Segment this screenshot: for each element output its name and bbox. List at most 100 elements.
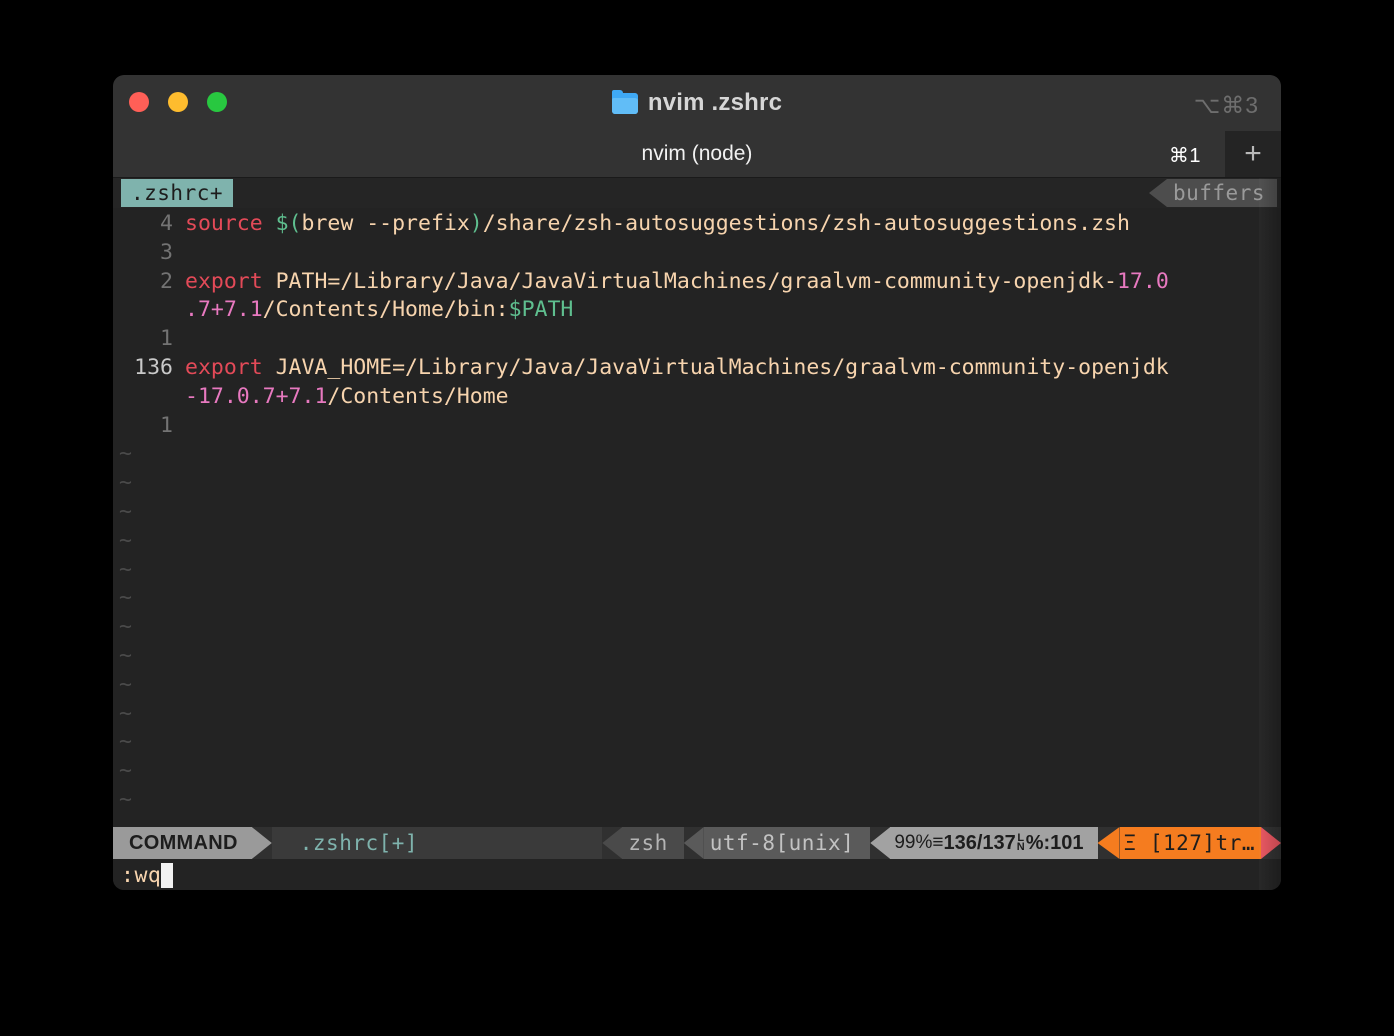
line-number: 136 (134, 354, 173, 380)
bufferline: .zshrc+ buffers (113, 178, 1281, 208)
code-token: source (185, 211, 276, 236)
editor-empty-line: ~ (113, 584, 1281, 613)
tab-nvim-node[interactable]: nvim (node) (113, 142, 1281, 166)
tilde-icon: ~ (119, 614, 132, 640)
code-token: $PATH (508, 297, 574, 323)
tilde-icon: ~ (119, 498, 132, 524)
terminal-tabbar: nvim (node) ⌘1 + (113, 131, 1281, 178)
terminal-window: nvim .zshrc ⌥⌘3 nvim (node) ⌘1 + .zshrc+… (113, 75, 1281, 890)
line-number: 4 (160, 211, 173, 236)
screen: nvim .zshrc ⌥⌘3 nvim (node) ⌘1 + .zshrc+… (0, 0, 1394, 1036)
editor-empty-line: ~ (113, 642, 1281, 671)
editor-empty-line: ~ (113, 527, 1281, 556)
window-title-group: nvim .zshrc (113, 89, 1281, 117)
editor-empty-line: ~ (113, 469, 1281, 498)
tilde-icon: ~ (119, 642, 132, 668)
new-tab-button[interactable]: + (1225, 131, 1281, 177)
tilde-icon: ~ (119, 671, 132, 697)
statusline-git: Ξ [127]tr… (1119, 827, 1261, 859)
statusline-col-label: %: (1025, 831, 1051, 854)
bufferline-buffers-group[interactable]: buffers (1148, 179, 1277, 207)
editor-empty-line: ~ (113, 671, 1281, 700)
line-content: source $(brew --prefix)/share/zsh-autosu… (185, 210, 1130, 239)
code-token: export (185, 354, 276, 380)
statusline-filename: .zshrc[+] (271, 827, 437, 859)
code-token: ) (469, 211, 483, 236)
tab-shortcut-hint: ⌘1 (1168, 145, 1201, 167)
code-token: -17.0.7+7.1 (185, 383, 328, 409)
code-token: 17.0 (1116, 268, 1169, 294)
bufferline-tab-zshrc[interactable]: .zshrc+ (121, 179, 234, 207)
command-line-text: :wq (121, 862, 162, 888)
tilde-icon: ~ (119, 470, 132, 496)
statusline-filetype: zsh (622, 827, 684, 859)
editor-text-area[interactable]: 4 source $(brew --prefix)/share/zsh-autos… (113, 208, 1281, 844)
neovim-pane: .zshrc+ buffers 4 source $(brew --prefix)… (113, 178, 1281, 890)
chevron-left-icon-encoding (683, 827, 704, 859)
chevron-left-icon-filetype (602, 827, 623, 859)
tilde-icon: ~ (119, 585, 132, 611)
window-shortcut-hint: ⌥⌘3 (1193, 92, 1259, 118)
editor-empty-line: ~ (113, 786, 1281, 815)
statusline-col-marker: LN (1016, 832, 1025, 853)
line-number: 1 (160, 412, 173, 438)
code-token: brew --prefix (301, 211, 470, 236)
statusline-column: 101 (1050, 831, 1084, 854)
statusline-line-position: 136/137 (943, 831, 1016, 854)
folder-icon (611, 89, 638, 114)
line-content: -17.0.7+7.1/Contents/Home (185, 383, 509, 412)
tilde-icon: ~ (119, 441, 132, 467)
statusline-percent: 99% (894, 832, 933, 853)
chevron-left-icon-git (1097, 827, 1120, 859)
editor-line: 1 (113, 325, 1281, 354)
tilde-icon: ~ (119, 786, 132, 812)
editor-line: 4 source $(brew --prefix)/share/zsh-autos… (113, 210, 1281, 239)
code-token: /share/zsh-autosuggestions/zsh-autosugge… (482, 211, 1130, 236)
editor-line: 3 (113, 239, 1281, 268)
tilde-icon: ~ (119, 729, 132, 755)
tilde-icon: ~ (119, 556, 132, 582)
editor-empty-line: ~ (113, 556, 1281, 585)
editor-empty-line: ~ (113, 728, 1281, 757)
editor-line: 136 export JAVA_HOME=/Library/Java/JavaVi… (113, 354, 1281, 383)
git-branch-icon: Ξ (1123, 831, 1137, 855)
editor-empty-line: ~ (113, 613, 1281, 642)
text-cursor (161, 862, 174, 888)
chevron-right-icon (251, 827, 272, 859)
tilde-icon: ~ (119, 700, 132, 726)
bufferline-buffers-label: buffers (1166, 179, 1277, 207)
statusline: COMMAND .zshrc[+] zsh utf-8[unix] 99% ≡ 13… (113, 827, 1281, 859)
statusline-spacer (436, 827, 603, 859)
line-number: 3 (160, 239, 173, 265)
editor-line: 1 (113, 412, 1281, 441)
editor-empty-line: ~ (113, 700, 1281, 729)
line-content: export JAVA_HOME=/Library/Java/JavaVirtu… (185, 354, 1169, 383)
command-line[interactable]: :wq (113, 859, 1281, 890)
code-token: .7+7.1 (185, 297, 263, 323)
code-token: $( (275, 211, 302, 236)
line-number: 2 (160, 268, 173, 294)
tilde-icon: ~ (119, 527, 132, 553)
editor-empty-line: ~ (113, 757, 1281, 786)
statusline-position: 99% ≡ 136/137 L N%: 101 (890, 827, 1098, 859)
editor-line: -17.0.7+7.1/Contents/Home (113, 383, 1281, 412)
statusline-git-text: [127]tr… (1149, 831, 1255, 855)
statusline-end-cap (1261, 827, 1281, 859)
editor-empty-line: ~ (113, 440, 1281, 469)
code-token: export (185, 268, 276, 294)
line-content: .7+7.1/Contents/Home/bin:$PATH (185, 296, 573, 325)
lines-glyph-icon: ≡ (932, 832, 944, 853)
statusline-mode: COMMAND (113, 827, 252, 859)
chevron-left-icon (1148, 179, 1167, 207)
code-token: PATH=/Library/Java/JavaVirtualMachines/g… (275, 268, 1117, 294)
window-titlebar: nvim .zshrc ⌥⌘3 (113, 75, 1281, 131)
statusline-encoding: utf-8[unix] (703, 827, 871, 859)
line-number: 1 (160, 326, 173, 352)
line-content: export PATH=/Library/Java/JavaVirtualMac… (185, 268, 1169, 297)
code-token: /Contents/Home/bin: (262, 297, 509, 323)
editor-line: 2 export PATH=/Library/Java/JavaVirtualMa… (113, 268, 1281, 297)
code-token: /Contents/Home (327, 383, 509, 409)
editor-line: .7+7.1/Contents/Home/bin:$PATH (113, 296, 1281, 325)
tilde-icon: ~ (119, 758, 132, 784)
chevron-left-icon-position (870, 827, 891, 859)
